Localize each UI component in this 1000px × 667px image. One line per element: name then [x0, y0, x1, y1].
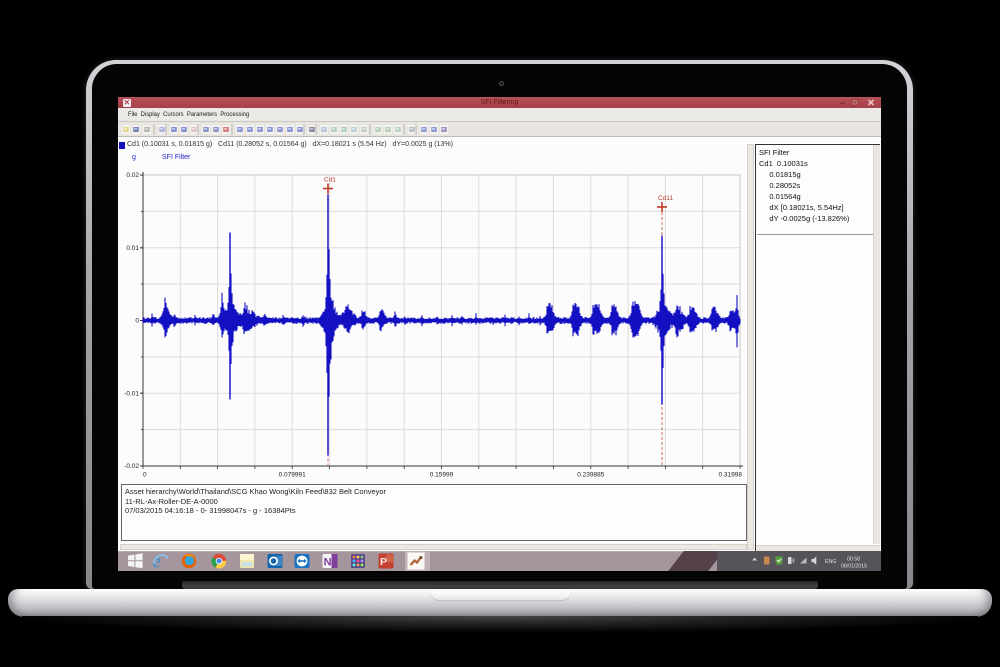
svg-text:0.01: 0.01 [126, 245, 139, 252]
svg-text:0: 0 [135, 318, 139, 325]
svg-text:0.079991: 0.079991 [279, 472, 306, 479]
svg-text:Cd1: Cd1 [324, 177, 336, 184]
svg-text:N: N [324, 556, 332, 568]
svg-text:00:58: 00:58 [847, 557, 860, 563]
svg-text:-0.02: -0.02 [124, 463, 139, 470]
svg-text:0.15999: 0.15999 [430, 472, 454, 479]
svg-text:Cd11: Cd11 [658, 195, 673, 202]
svg-text:0.239885: 0.239885 [577, 472, 604, 479]
svg-text:06/01/2015: 06/01/2015 [841, 564, 867, 570]
svg-text:0.02: 0.02 [126, 172, 139, 179]
svg-text:0.31998: 0.31998 [719, 472, 743, 479]
svg-text:P: P [380, 556, 387, 568]
svg-text:0: 0 [143, 472, 147, 479]
svg-text:ENG: ENG [825, 559, 836, 565]
svg-text:-0.01: -0.01 [124, 390, 139, 397]
